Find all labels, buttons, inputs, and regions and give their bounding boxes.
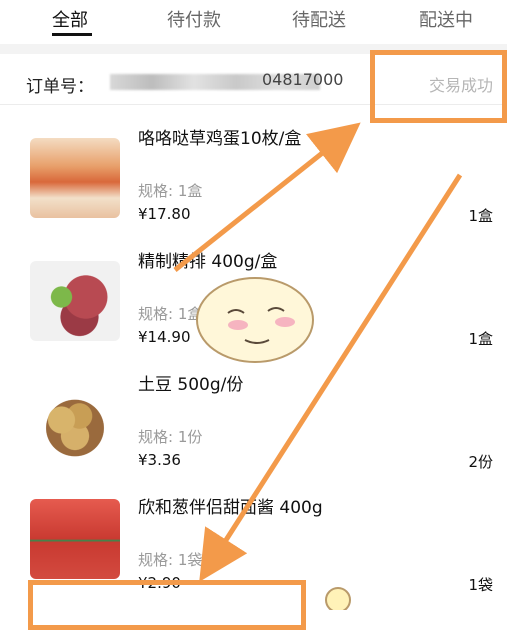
- tab-all[interactable]: 全部: [52, 6, 88, 32]
- product-image: [30, 499, 120, 579]
- product-spec: 规格: 1盒: [138, 182, 203, 200]
- product-spec: 规格: 1份: [138, 428, 203, 446]
- product-image: [30, 138, 120, 218]
- order-item[interactable]: 土豆 500g/份 规格: 1份 ¥3.36 2份: [0, 356, 507, 476]
- tab-delivering[interactable]: 配送中: [419, 6, 473, 32]
- product-name: 精制精排 400g/盒: [138, 252, 278, 272]
- product-quantity: 2份: [468, 453, 493, 471]
- product-price: ¥17.80: [138, 205, 191, 223]
- tab-pending-delivery[interactable]: 待配送: [292, 6, 346, 32]
- order-number-tail: 04817000: [262, 70, 344, 89]
- product-price: ¥3.36: [138, 451, 181, 469]
- product-quantity: 1盒: [468, 207, 493, 225]
- order-tabs: 全部 待付款 待配送 配送中: [0, 0, 507, 44]
- product-price: ¥14.90: [138, 328, 191, 346]
- product-spec: 规格: 1盒: [138, 305, 203, 323]
- product-quantity: 1袋: [468, 576, 493, 594]
- product-quantity: 1盒: [468, 330, 493, 348]
- product-name: 咯咯哒草鸡蛋10枚/盒: [138, 129, 302, 149]
- order-number-label: 订单号：: [26, 77, 94, 97]
- order-item[interactable]: 精制精排 400g/盒 规格: 1盒 ¥14.90 1盒: [0, 233, 507, 353]
- order-item[interactable]: 咯咯哒草鸡蛋10枚/盒 规格: 1盒 ¥17.80 1盒: [0, 110, 507, 230]
- product-image: [30, 384, 120, 464]
- bottom-highlight-box: [28, 580, 306, 630]
- product-spec: 规格: 1袋: [138, 551, 203, 569]
- product-image: [30, 261, 120, 341]
- status-highlight-box: [370, 50, 507, 123]
- tab-pending-payment[interactable]: 待付款: [167, 6, 221, 32]
- product-name: 土豆 500g/份: [138, 375, 244, 395]
- product-name: 欣和葱伴侣甜面酱 400g: [138, 498, 323, 518]
- active-tab-indicator: [52, 33, 92, 36]
